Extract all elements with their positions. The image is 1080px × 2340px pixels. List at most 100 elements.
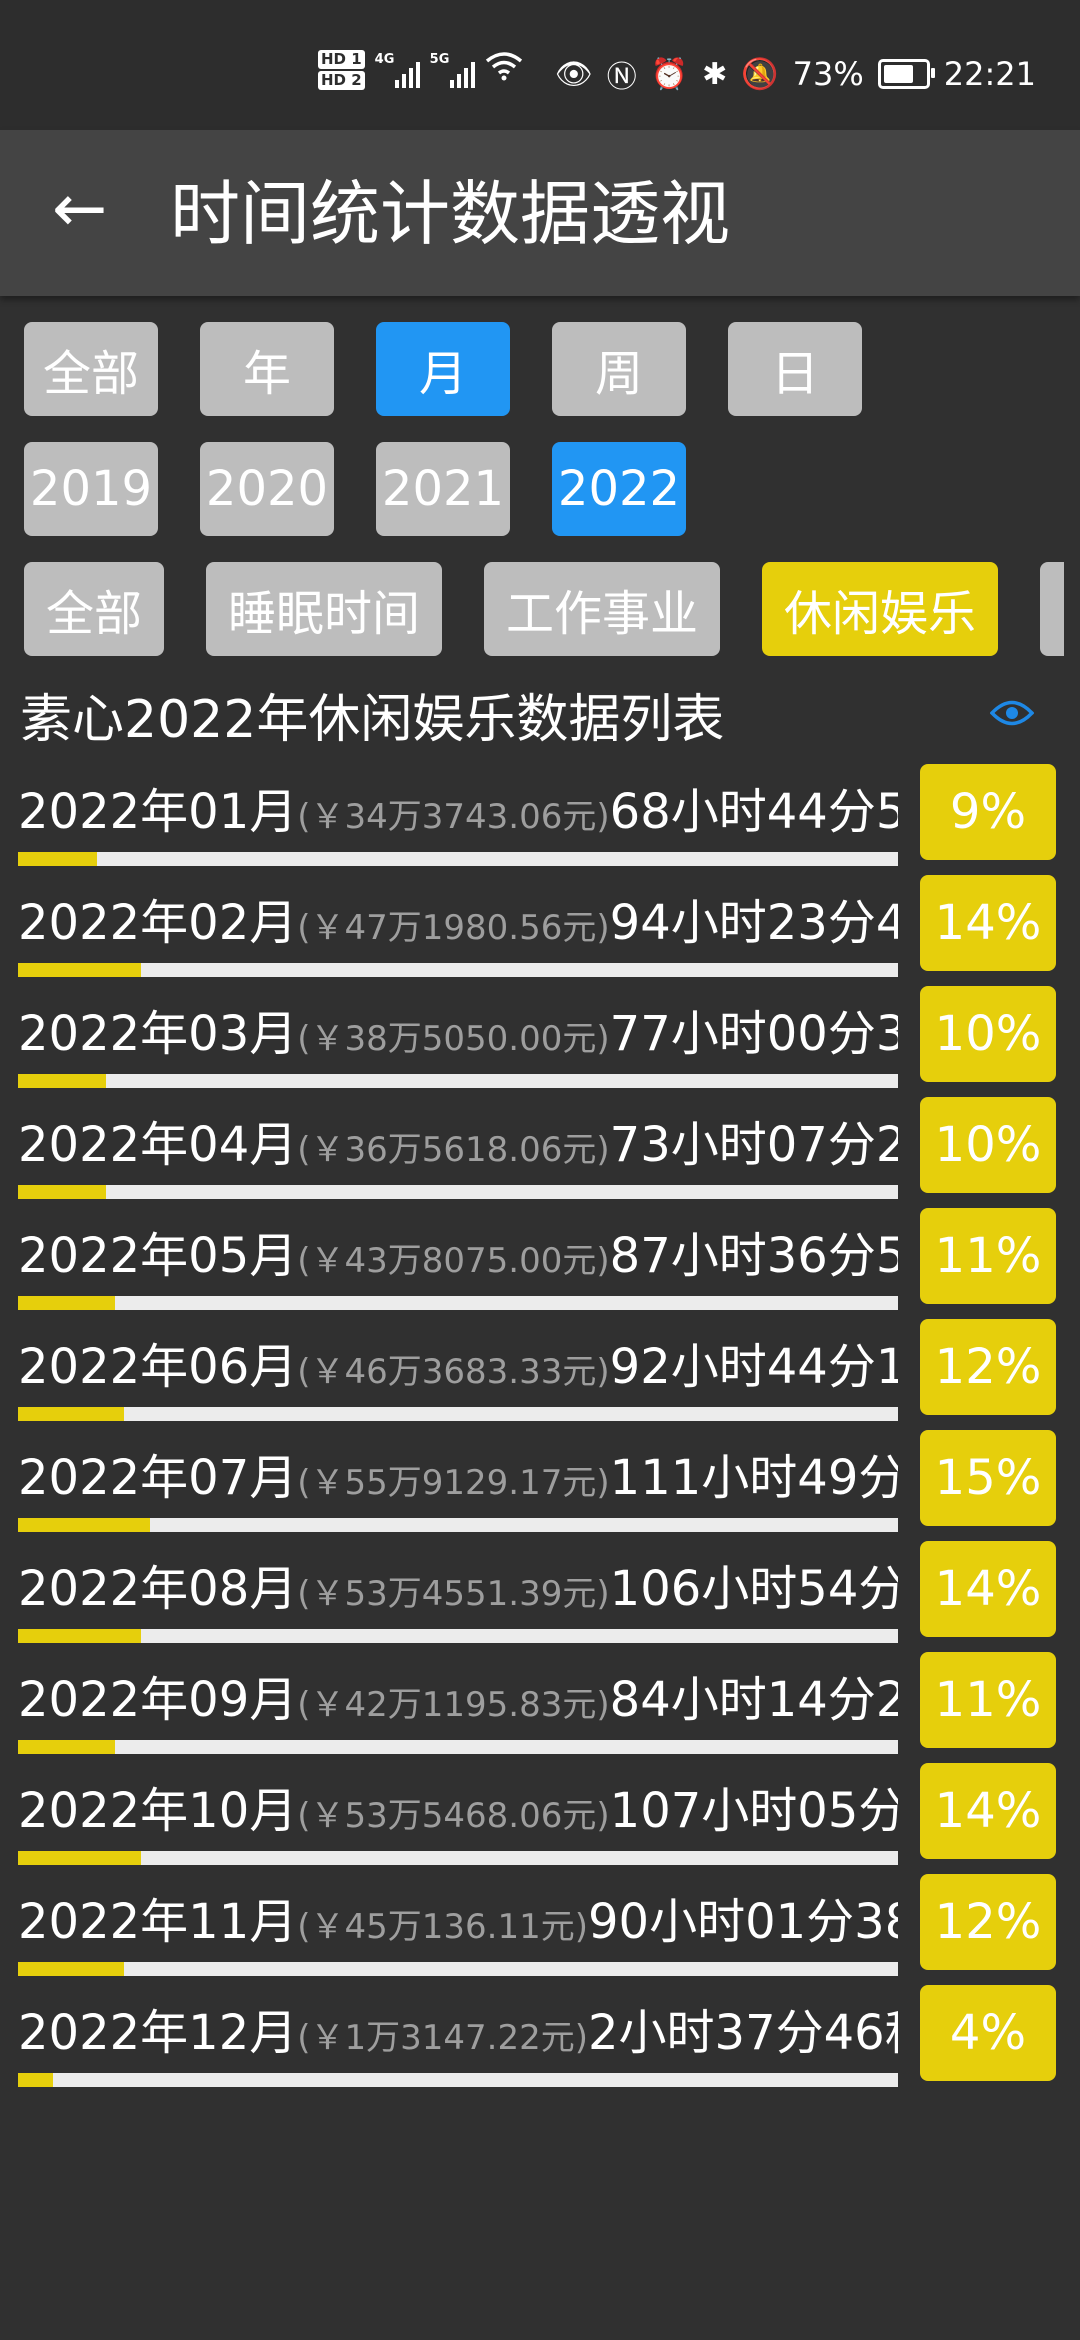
percent-badge: 4% [920,1985,1056,2081]
clock: 22:21 [943,55,1036,93]
tab-category-3[interactable]: 休闲娱乐 [762,562,999,656]
list-item[interactable]: 2022年10月(￥53万5468.06元)107小时05分37秒 14% [0,1759,1080,1870]
row-month: 2022年03月 [18,1006,298,1062]
progress-bar [18,2073,898,2087]
percent-badge: 11% [920,1208,1056,1304]
arrow-left-icon[interactable]: ← [52,174,107,244]
row-duration: 73小时07分25秒 [609,1117,898,1173]
sim2-badge: HD 2 [318,71,365,90]
percent-badge: 14% [920,1763,1056,1859]
row-duration: 90小时01分38秒 [588,1894,898,1950]
percent-badge: 10% [920,986,1056,1082]
progress-fill [18,963,142,977]
row-month: 2022年12月 [18,2005,298,2061]
category-tabs: 全部睡眠时间工作事业休闲娱乐生活 [24,562,1064,656]
tab-category-1[interactable]: 睡眠时间 [206,562,443,656]
progress-fill [18,1407,124,1421]
list-item[interactable]: 2022年04月(￥36万5618.06元)73小时07分25秒 10% [0,1093,1080,1204]
row-text: 2022年10月(￥53万5468.06元)107小时05分37秒 [18,1781,898,1846]
tab-period-1[interactable]: 年 [200,322,334,416]
row-duration: 84小时14分21秒 [609,1672,898,1728]
row-money: (￥1万3147.22元) [297,2018,589,2058]
progress-bar [18,1185,898,1199]
tab-category-0[interactable]: 全部 [24,562,165,656]
list-item[interactable]: 2022年05月(￥43万8075.00元)87小时36分54秒 11% [0,1204,1080,1315]
tab-year-2[interactable]: 2021 [376,442,510,536]
tab-period-4[interactable]: 日 [728,322,862,416]
sim-indicators: HD 1 HD 2 [318,50,365,90]
progress-bar [18,1962,898,1976]
list-item[interactable]: 2022年07月(￥55万9129.17元)111小时49分33秒 15% [0,1426,1080,1537]
app-bar: ← 时间统计数据透视 [0,130,1080,296]
percent-badge: 14% [920,875,1056,971]
row-month: 2022年01月 [18,784,298,840]
list-item[interactable]: 2022年03月(￥38万5050.00元)77小时00分36秒 10% [0,982,1080,1093]
list-item[interactable]: 2022年12月(￥1万3147.22元)2小时37分46秒 4% [0,1981,1080,2092]
row-duration: 87小时36分54秒 [609,1228,898,1284]
percent-badge: 11% [920,1652,1056,1748]
row-duration: 92小时44分12秒 [609,1339,898,1395]
progress-fill [18,1185,106,1199]
row-duration: 111小时49分33秒 [609,1450,898,1506]
row-month: 2022年08月 [18,1561,298,1617]
row-money: (￥47万1980.56元) [297,908,610,948]
list-item[interactable]: 2022年06月(￥46万3683.33元)92小时44分12秒 12% [0,1315,1080,1426]
progress-fill [18,2073,54,2087]
row-money: (￥46万3683.33元) [297,1352,610,1392]
progress-bar [18,1518,898,1532]
tab-year-1[interactable]: 2020 [200,442,334,536]
row-duration: 77小时00分36秒 [609,1006,898,1062]
tab-year-3[interactable]: 2022 [552,442,686,536]
row-text: 2022年06月(￥46万3683.33元)92小时44分12秒 [18,1337,898,1402]
row-month: 2022年10月 [18,1783,298,1839]
row-text: 2022年02月(￥47万1980.56元)94小时23分46秒 [18,893,898,958]
data-list: 2022年01月(￥34万3743.06元)68小时44分55秒9%2022年0… [0,760,1080,2092]
row-text: 2022年11月(￥45万136.11元)90小时01分38秒 [18,1892,898,1957]
progress-bar [18,1407,898,1421]
year-tabs: 2019 2020 2021 2022 [24,442,686,536]
eye-comfort-icon: 👁 [554,56,593,92]
page-title: 时间统计数据透视 [170,173,730,255]
wifi-icon [485,51,523,89]
row-text: 2022年05月(￥43万8075.00元)87小时36分54秒 [18,1226,898,1291]
row-money: (￥53万5468.06元) [297,1796,610,1836]
row-text: 2022年01月(￥34万3743.06元)68小时44分55秒 [18,782,898,847]
list-item[interactable]: 2022年11月(￥45万136.11元)90小时01分38秒 12% [0,1870,1080,1981]
list-item[interactable]: 2022年01月(￥34万3743.06元)68小时44分55秒 9% [0,760,1080,871]
progress-bar [18,1629,898,1643]
progress-bar [18,963,898,977]
row-duration: 2小时37分46秒 [588,2005,898,2061]
tab-category-2[interactable]: 工作事业 [484,562,721,656]
row-month: 2022年07月 [18,1450,298,1506]
row-money: (￥38万5050.00元) [297,1019,610,1059]
nfc-icon: Ⓝ [606,60,637,95]
row-month: 2022年06月 [18,1339,298,1395]
list-item[interactable]: 2022年08月(￥53万4551.39元)106小时54分37秒 14% [0,1537,1080,1648]
row-duration: 107小时05分37秒 [609,1783,898,1839]
progress-fill [18,1518,150,1532]
row-text: 2022年03月(￥38万5050.00元)77小时00分36秒 [18,1004,898,1069]
status-bar: HD 1 HD 2 4G 5G 👁 Ⓝ ⏰ ✱ 🔕 73% 22:21 [0,0,1080,130]
bluetooth-icon: ✱ [702,56,728,92]
progress-bar [18,1851,898,1865]
list-item[interactable]: 2022年02月(￥47万1980.56元)94小时23分46秒 14% [0,871,1080,982]
row-money: (￥55万9129.17元) [297,1463,610,1503]
tab-period-0[interactable]: 全部 [24,322,158,416]
battery-icon [877,59,935,89]
eye-icon[interactable] [989,692,1035,738]
status-right: 👁 Ⓝ ⏰ ✱ 🔕 73% 22:21 [555,52,1036,96]
tab-period-3[interactable]: 周 [552,322,686,416]
tab-category-4[interactable]: 生活 [1040,562,1064,656]
tab-period-2[interactable]: 月 [376,322,510,416]
battery-fill [883,65,913,83]
list-item[interactable]: 2022年09月(￥42万1195.83元)84小时14分21秒 11% [0,1648,1080,1759]
signal-5g-icon: 5G [430,52,475,88]
period-tabs: 全部年月周日 [24,322,862,416]
progress-bar [18,852,898,866]
tab-year-0[interactable]: 2019 [24,442,158,536]
row-text: 2022年08月(￥53万4551.39元)106小时54分37秒 [18,1559,898,1624]
status-left: HD 1 HD 2 4G 5G [318,50,523,90]
row-month: 2022年02月 [18,895,298,951]
progress-bar [18,1296,898,1310]
row-month: 2022年11月 [18,1894,298,1950]
